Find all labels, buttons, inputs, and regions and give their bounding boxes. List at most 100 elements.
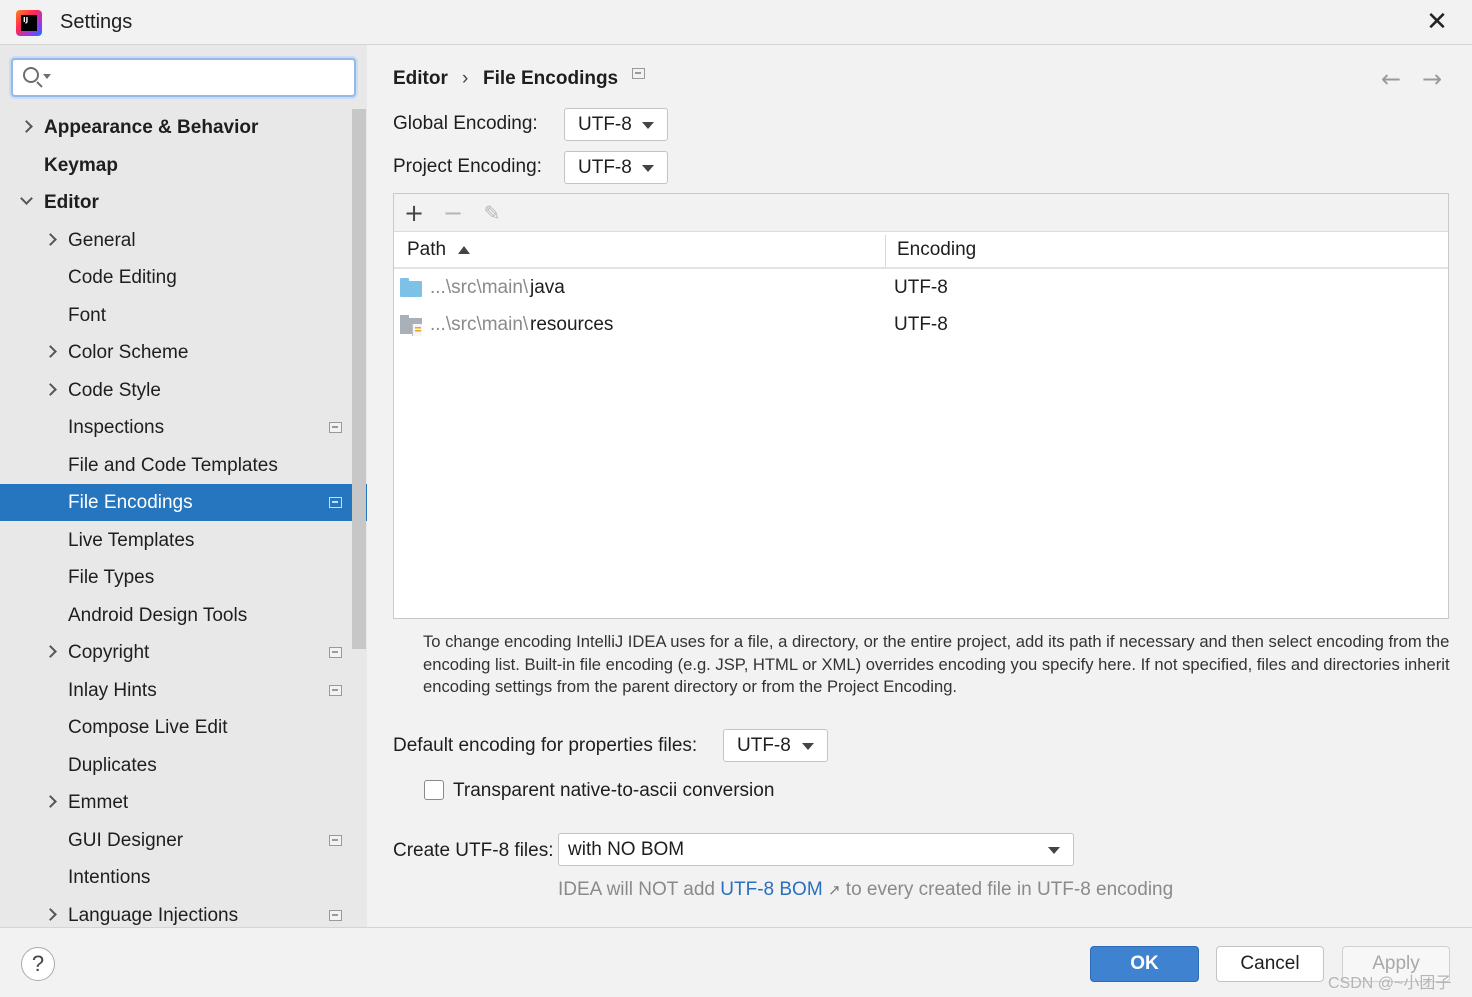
- sidebar-item-inlay-hints[interactable]: Inlay Hints: [0, 672, 367, 709]
- chevron-down-icon: [642, 165, 654, 172]
- dialog-footer: ? OK Cancel Apply CSDN @~小团子: [0, 927, 1472, 997]
- column-header-path[interactable]: Path: [407, 239, 446, 261]
- encoding-cell[interactable]: UTF-8: [894, 277, 948, 299]
- back-arrow-icon[interactable]: ←: [1381, 65, 1401, 93]
- column-header-encoding[interactable]: Encoding: [897, 239, 976, 261]
- remove-icon[interactable]: −: [438, 198, 468, 228]
- sidebar-item-general[interactable]: General: [0, 222, 367, 259]
- native-to-ascii-checkbox[interactable]: [424, 780, 444, 800]
- native-to-ascii-label[interactable]: Transparent native-to-ascii conversion: [453, 780, 774, 802]
- sidebar-item-intentions[interactable]: Intentions: [0, 859, 367, 896]
- sidebar-item-file-encodings[interactable]: File Encodings: [0, 484, 367, 521]
- sidebar-item-label: File and Code Templates: [68, 454, 278, 476]
- path-name: java: [530, 277, 565, 298]
- project-scope-icon: [329, 497, 342, 508]
- properties-encoding-select[interactable]: UTF-8: [723, 729, 828, 762]
- global-encoding-label: Global Encoding:: [393, 113, 538, 134]
- sidebar-item-duplicates[interactable]: Duplicates: [0, 747, 367, 784]
- edit-icon[interactable]: ✎: [477, 198, 507, 228]
- sort-ascending-icon: [458, 246, 470, 254]
- create-utf8-select[interactable]: with NO BOM: [558, 833, 1074, 866]
- table-toolbar: + − ✎: [394, 194, 1448, 232]
- sidebar-item-label: Code Style: [68, 379, 161, 401]
- global-encoding-select[interactable]: UTF-8: [564, 108, 668, 141]
- sidebar-item-label: File Types: [68, 567, 155, 588]
- chevron-right-icon[interactable]: [20, 120, 33, 133]
- sidebar-item-font[interactable]: Font: [0, 297, 367, 334]
- sidebar-item-file-types[interactable]: File Types: [0, 559, 367, 596]
- external-link-icon: ↗: [827, 882, 841, 899]
- sidebar-item-label: Intentions: [68, 867, 151, 888]
- window-title: Settings: [60, 11, 133, 33]
- sidebar-item-label: File Encodings: [68, 492, 193, 513]
- breadcrumb-current: File Encodings: [483, 68, 619, 89]
- chevron-right-icon[interactable]: [44, 382, 57, 396]
- table-row[interactable]: ...\src\main\ java UTF-8: [394, 271, 1448, 308]
- sidebar-item-label: Duplicates: [68, 754, 157, 776]
- sidebar-item-copyright[interactable]: Copyright: [0, 634, 367, 671]
- sidebar-item-inspections[interactable]: Inspections: [0, 409, 367, 446]
- chevron-right-icon[interactable]: [44, 795, 57, 808]
- sidebar-item-keymap[interactable]: Keymap: [0, 147, 367, 184]
- help-icon[interactable]: ?: [21, 947, 55, 981]
- close-icon[interactable]: ✕: [1420, 6, 1454, 40]
- table-header: Path Encoding: [394, 232, 1448, 269]
- ok-button[interactable]: OK: [1090, 946, 1199, 982]
- global-encoding-value: UTF-8: [578, 114, 632, 135]
- search-input[interactable]: [11, 58, 356, 97]
- chevron-right-icon[interactable]: [44, 907, 57, 921]
- resources-folder-icon: [400, 315, 422, 336]
- sidebar-item-label: Android Design Tools: [68, 604, 248, 626]
- properties-encoding-value: UTF-8: [737, 735, 791, 756]
- chevron-down-icon[interactable]: [20, 192, 33, 205]
- sidebar-item-live-templates[interactable]: Live Templates: [0, 522, 367, 559]
- sidebar-item-label: Font: [68, 304, 107, 326]
- encoding-cell[interactable]: UTF-8: [894, 314, 948, 336]
- column-divider[interactable]: [885, 235, 886, 267]
- project-scope-icon: [329, 909, 342, 921]
- cancel-button[interactable]: Cancel: [1216, 946, 1324, 982]
- sidebar-item-file-and-code-templates[interactable]: File and Code Templates: [0, 447, 367, 484]
- sidebar-item-language-injections[interactable]: Language Injections: [0, 897, 367, 928]
- project-encoding-value: UTF-8: [578, 157, 632, 178]
- sidebar-item-gui-designer[interactable]: GUI Designer: [0, 822, 367, 859]
- intellij-logo-icon: IJ: [16, 10, 42, 36]
- sidebar-item-label: Editor: [44, 192, 99, 213]
- sidebar-item-editor[interactable]: Editor: [0, 184, 367, 221]
- path-prefix: ...\src\main\: [430, 314, 529, 335]
- hint-text: IDEA will NOT add: [558, 879, 721, 900]
- sidebar-item-label: General: [68, 229, 136, 251]
- search-options-caret-icon[interactable]: [43, 74, 51, 79]
- chevron-right-icon[interactable]: [44, 645, 57, 658]
- chevron-down-icon: [642, 122, 654, 129]
- sidebar-item-color-scheme[interactable]: Color Scheme: [0, 334, 367, 371]
- breadcrumb-parent[interactable]: Editor: [393, 68, 448, 90]
- properties-encoding-label: Default encoding for properties files:: [393, 735, 698, 756]
- sidebar-scrollbar[interactable]: [352, 109, 366, 649]
- sidebar-item-compose-live-edit[interactable]: Compose Live Edit: [0, 709, 367, 746]
- sidebar-item-label: GUI Designer: [68, 829, 184, 851]
- add-icon[interactable]: +: [399, 198, 429, 228]
- sidebar-item-label: Live Templates: [68, 529, 195, 551]
- path-prefix: ...\src\main\: [430, 277, 529, 298]
- utf8-bom-link[interactable]: UTF-8 BOM: [720, 879, 822, 900]
- bom-hint: IDEA will NOT add UTF-8 BOM ↗ to every c…: [558, 879, 1173, 901]
- sidebar-item-code-style[interactable]: Code Style: [0, 372, 367, 409]
- path-name: resources: [530, 314, 614, 335]
- project-encoding-select[interactable]: UTF-8: [564, 151, 668, 184]
- chevron-down-icon: [1048, 847, 1060, 854]
- forward-arrow-icon[interactable]: →: [1422, 65, 1442, 93]
- title-bar: IJ Settings ✕: [0, 0, 1472, 45]
- chevron-right-icon[interactable]: [44, 232, 57, 246]
- sidebar-item-code-editing[interactable]: Code Editing: [0, 259, 367, 296]
- settings-sidebar: Appearance & Behavior Keymap Editor General…: [0, 45, 367, 927]
- project-scope-icon: [329, 684, 342, 696]
- source-folder-icon: [400, 278, 422, 297]
- sidebar-item-appearance-behavior[interactable]: Appearance & Behavior: [0, 109, 367, 146]
- table-row[interactable]: ...\src\main\ resources UTF-8: [394, 308, 1448, 345]
- project-scope-icon: [329, 834, 342, 846]
- sidebar-item-emmet[interactable]: Emmet: [0, 784, 367, 821]
- sidebar-item-android-design-tools[interactable]: Android Design Tools: [0, 597, 367, 634]
- chevron-down-icon: [802, 743, 814, 750]
- chevron-right-icon[interactable]: [44, 345, 57, 358]
